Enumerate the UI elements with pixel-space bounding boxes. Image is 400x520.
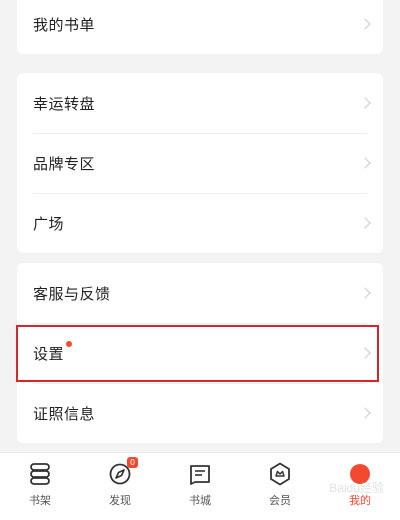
bookshelf-icon [27,461,53,487]
notification-badge: 0 [127,457,138,468]
chevron-right-icon [359,97,371,109]
menu-item-label: 设置 [33,344,65,363]
tab-profile[interactable]: 我的 [322,461,398,508]
chevron-right-icon [359,287,371,299]
tab-label: 书架 [29,494,51,507]
tab-label: 会员 [269,494,291,507]
menu-group-3: 客服与反馈 设置 证照信息 [17,263,383,443]
menu-group-1: 我的书单 [17,0,383,54]
menu-item-brand-zone[interactable]: 品牌专区 [17,133,383,193]
chevron-right-icon [359,157,371,169]
menu-item-my-booklist[interactable]: 我的书单 [17,0,383,54]
menu-item-license-info[interactable]: 证照信息 [17,383,383,443]
tab-bookshelf[interactable]: 书架 [2,461,78,508]
menu-item-plaza[interactable]: 广场 [17,193,383,253]
tab-label: 书城 [189,494,211,507]
menu-item-label: 客服与反馈 [33,284,111,303]
tab-discover[interactable]: 0 发现 [82,457,158,508]
menu-item-label: 证照信息 [33,404,96,423]
notification-dot [66,341,73,347]
tab-label: 我的 [349,494,371,507]
menu-item-label: 幸运转盘 [33,94,96,113]
bottom-tab-bar: 书架 0 发现 书城 会员 我的 [0,452,400,520]
chevron-right-icon [359,217,371,229]
chevron-right-icon [359,347,371,359]
chevron-right-icon [359,18,371,30]
menu-item-label: 广场 [33,214,65,233]
tab-vip[interactable]: 会员 [242,461,318,508]
profile-icon [347,461,373,487]
vip-icon [267,461,293,487]
menu-item-label: 品牌专区 [33,154,96,173]
menu-item-settings[interactable]: 设置 [17,323,383,383]
menu-item-label: 我的书单 [33,15,96,34]
chevron-right-icon [359,407,371,419]
book-store-icon [187,461,213,487]
tab-bookstore[interactable]: 书城 [162,461,238,508]
tab-label: 发现 [109,494,131,507]
compass-icon: 0 [107,457,138,487]
menu-group-2: 幸运转盘 品牌专区 广场 [17,73,383,253]
menu-item-lucky-wheel[interactable]: 幸运转盘 [17,73,383,133]
menu-item-customer-service[interactable]: 客服与反馈 [17,263,383,323]
